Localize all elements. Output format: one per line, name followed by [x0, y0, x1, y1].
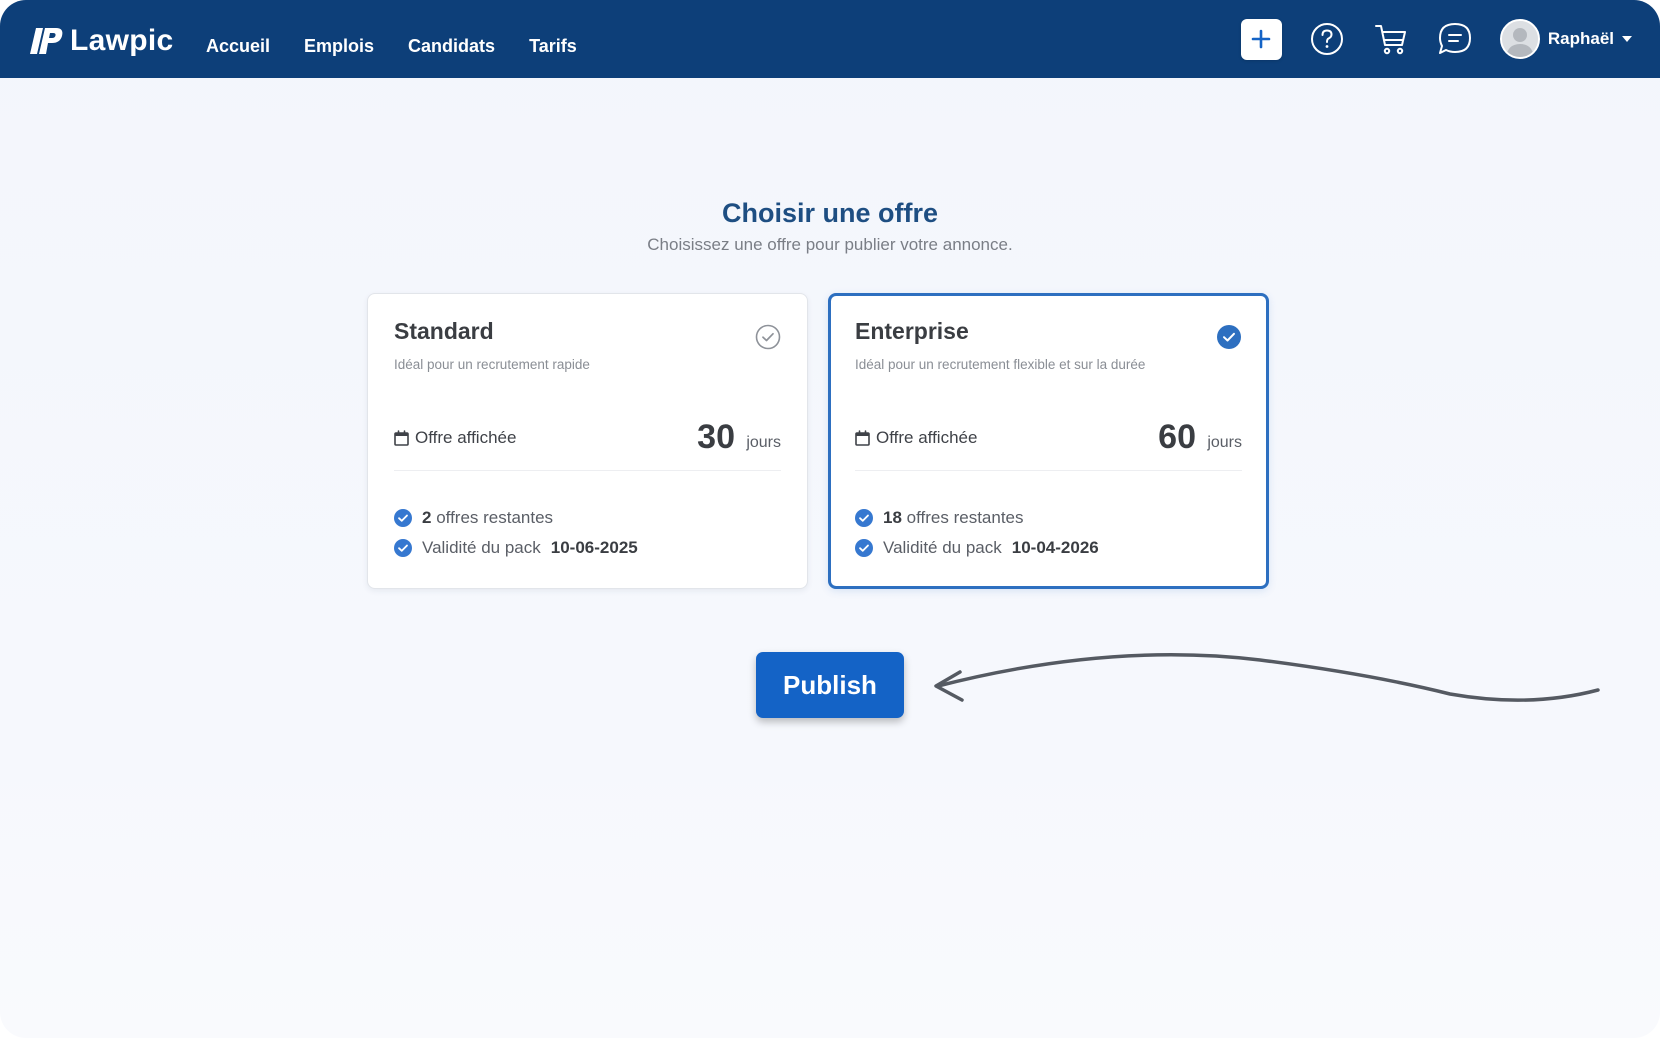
validity-label: Validité du pack [422, 538, 541, 557]
display-label: Offre affichée [415, 428, 517, 447]
validity-label: Validité du pack [883, 538, 1002, 557]
app-frame: Lawpic Accueil Emplois Candidats Tarifs [0, 0, 1660, 1038]
nav-link-accueil[interactable]: Accueil [206, 36, 270, 57]
user-menu[interactable]: Raphaël [1499, 19, 1632, 59]
help-icon [1310, 23, 1343, 55]
publish-button[interactable]: Publish [756, 652, 904, 718]
help-button[interactable] [1308, 20, 1346, 58]
main-nav: Accueil Emplois Candidats Tarifs [206, 36, 577, 57]
check-circle-icon [394, 539, 412, 557]
remaining-count: 2 [422, 508, 432, 527]
page-title: Choisir une offre [721, 198, 938, 228]
nav-link-tarifs[interactable]: Tarifs [529, 36, 577, 57]
radio-checked-icon[interactable] [1216, 324, 1242, 350]
arrow-annotation-icon [934, 653, 1600, 702]
display-days: 60 [1158, 418, 1196, 456]
page-subtitle: Choisissez une offre pour publier votre … [647, 235, 1013, 254]
user-name: Raphaël [1547, 29, 1614, 48]
radio-unchecked-icon[interactable] [755, 324, 781, 350]
remaining-label: offres restantes [436, 508, 554, 527]
offer-card-enterprise[interactable]: Enterprise Idéal pour un recrutement fle… [828, 293, 1269, 589]
caret-down-icon [1622, 36, 1632, 42]
add-button[interactable] [1240, 18, 1282, 60]
check-circle-icon [394, 509, 412, 527]
offer-card-standard[interactable]: Standard Idéal pour un recrutement rapid… [367, 293, 808, 589]
card-divider [394, 470, 781, 471]
offer-description: Idéal pour un recrutement flexible et su… [855, 357, 1146, 372]
chat-icon [1438, 23, 1471, 54]
check-circle-icon [855, 539, 873, 557]
display-days: 30 [697, 418, 735, 456]
brand-logo[interactable]: Lawpic [30, 24, 174, 57]
messages-button[interactable] [1436, 20, 1474, 58]
remaining-offers: 2 offres restantes [394, 508, 553, 528]
avatar-icon [1501, 21, 1538, 57]
remaining-count: 18 [883, 508, 902, 527]
nav-link-emplois[interactable]: Emplois [304, 36, 374, 57]
avatar [1499, 19, 1540, 59]
calendar-icon [394, 430, 409, 446]
calendar-icon [855, 430, 870, 446]
cart-icon [1374, 25, 1406, 55]
top-navbar: Lawpic Accueil Emplois Candidats Tarifs [0, 0, 1660, 78]
brand-name: Lawpic [70, 24, 174, 57]
pack-validity: Validité du pack 10-04-2026 [855, 538, 1099, 558]
display-days-unit: jours [746, 434, 781, 451]
offer-name: Standard [394, 318, 494, 344]
display-days-unit: jours [1207, 434, 1242, 451]
remaining-label: offres restantes [906, 508, 1024, 527]
offer-name: Enterprise [855, 318, 969, 344]
lawpic-logo-icon [30, 28, 63, 54]
cart-button[interactable] [1372, 20, 1410, 58]
card-divider [855, 470, 1242, 471]
remaining-offers: 18 offres restantes [855, 508, 1024, 528]
validity-date: 10-04-2026 [1011, 538, 1099, 557]
display-label: Offre affichée [876, 428, 978, 447]
validity-date: 10-06-2025 [550, 538, 638, 557]
nav-link-candidats[interactable]: Candidats [408, 36, 495, 57]
navbar-actions: Raphaël [1240, 0, 1632, 78]
check-circle-icon [855, 509, 873, 527]
pack-validity: Validité du pack 10-06-2025 [394, 538, 638, 558]
plus-icon [1252, 29, 1271, 49]
offer-description: Idéal pour un recrutement rapide [394, 357, 590, 372]
